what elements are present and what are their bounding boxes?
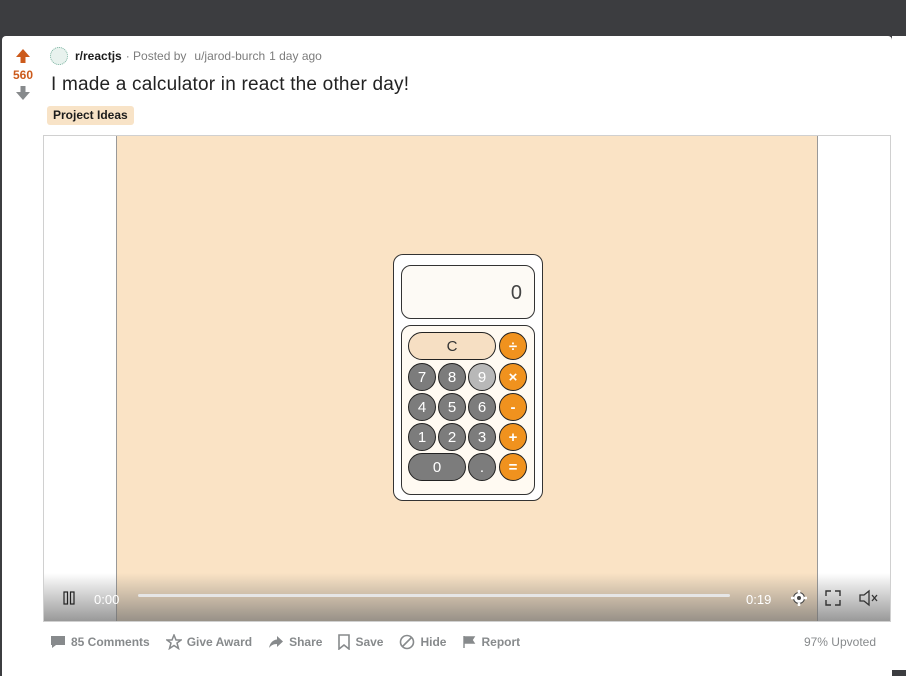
- divide-key: ÷: [499, 332, 527, 360]
- upvote-icon[interactable]: [15, 48, 31, 64]
- plus-key: +: [499, 423, 527, 451]
- upvote-ratio: 97% Upvoted: [803, 635, 876, 649]
- pause-icon[interactable]: [62, 591, 76, 605]
- calculator-frame: 0 C ÷ 7 8 9 × 4 5 6 - 1 2 3 + 0 . =: [393, 254, 543, 501]
- key-8: 8: [438, 363, 466, 391]
- equals-key: =: [499, 453, 527, 481]
- fullscreen-icon[interactable]: [824, 589, 842, 607]
- report-label: Report: [481, 635, 521, 649]
- minus-key: -: [499, 393, 527, 421]
- posted-by-label: · Posted by: [125, 49, 187, 63]
- mute-icon[interactable]: [858, 589, 878, 607]
- save-icon: [338, 634, 351, 650]
- multiply-key: ×: [499, 363, 527, 391]
- share-icon: [269, 636, 284, 648]
- key-5: 5: [438, 393, 466, 421]
- key-2: 2: [438, 423, 466, 451]
- comments-label: 85 Comments: [71, 635, 150, 649]
- key-4: 4: [408, 393, 436, 421]
- downvote-icon[interactable]: [15, 85, 31, 101]
- post-title[interactable]: I made a calculator in react the other d…: [51, 74, 409, 96]
- share-button[interactable]: Share: [268, 635, 322, 649]
- vote-column: 560: [10, 48, 36, 101]
- subreddit-icon[interactable]: [50, 47, 68, 65]
- decimal-key: .: [468, 453, 496, 481]
- post-meta: r/reactjs · Posted by u/jarod-burch 1 da…: [50, 46, 322, 66]
- hide-label: Hide: [420, 635, 447, 649]
- key-0: 0: [408, 453, 466, 481]
- hide-button[interactable]: Hide: [399, 634, 446, 650]
- settings-icon[interactable]: [790, 589, 808, 607]
- subreddit-link[interactable]: r/reactjs: [75, 49, 122, 63]
- award-icon: [165, 634, 182, 650]
- give-award-button[interactable]: Give Award: [165, 634, 253, 650]
- vote-score: 560: [12, 68, 34, 82]
- report-button[interactable]: Report: [462, 635, 520, 649]
- comments-button[interactable]: 85 Comments: [50, 635, 150, 649]
- key-1: 1: [408, 423, 436, 451]
- progress-bar[interactable]: [138, 594, 730, 597]
- save-label: Save: [355, 635, 384, 649]
- video-letterbox-right: [817, 136, 890, 621]
- save-button[interactable]: Save: [338, 634, 383, 650]
- give-award-label: Give Award: [186, 635, 253, 649]
- key-9: 9: [468, 363, 496, 391]
- hide-icon: [400, 634, 415, 650]
- display-value: 0: [510, 282, 522, 304]
- current-time: 0:00: [94, 592, 120, 607]
- post-actions: 85 Comments Give Award Share Save Hide R…: [50, 633, 536, 651]
- calculator-keypad: C ÷ 7 8 9 × 4 5 6 - 1 2 3 + 0 . =: [401, 325, 535, 495]
- key-6: 6: [468, 393, 496, 421]
- post-flair[interactable]: Project Ideas: [47, 106, 134, 125]
- page-edge: [892, 36, 906, 670]
- key-3: 3: [468, 423, 496, 451]
- report-icon: [463, 636, 476, 648]
- post-card: 560 r/reactjs · Posted by u/jarod-burch …: [2, 36, 892, 676]
- comment-icon: [51, 636, 65, 648]
- video-controls: 0:00 0:19: [44, 573, 890, 621]
- author-link[interactable]: u/jarod-burch: [194, 49, 265, 63]
- post-age[interactable]: 1 day ago: [269, 49, 322, 63]
- calculator-display: 0: [401, 265, 535, 319]
- duration: 0:19: [746, 592, 772, 607]
- video-player[interactable]: 0 C ÷ 7 8 9 × 4 5 6 - 1 2 3 + 0 . = 0:00…: [43, 135, 891, 622]
- key-7: 7: [408, 363, 436, 391]
- clear-key: C: [408, 332, 496, 360]
- video-letterbox-left: [44, 136, 117, 621]
- share-label: Share: [289, 635, 323, 649]
